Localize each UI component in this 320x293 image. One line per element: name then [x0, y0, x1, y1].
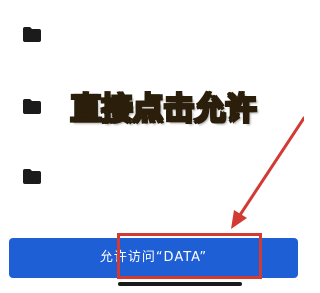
annotation-caption: 直接点击允许 [69, 90, 257, 128]
home-indicator[interactable] [118, 282, 242, 286]
folder-icon[interactable] [22, 98, 42, 115]
folder-icon[interactable] [22, 168, 42, 185]
screen: 直接点击允许 允许访问“DATA” [0, 0, 304, 293]
highlight-box [117, 233, 262, 279]
folder-icon[interactable] [22, 26, 42, 43]
